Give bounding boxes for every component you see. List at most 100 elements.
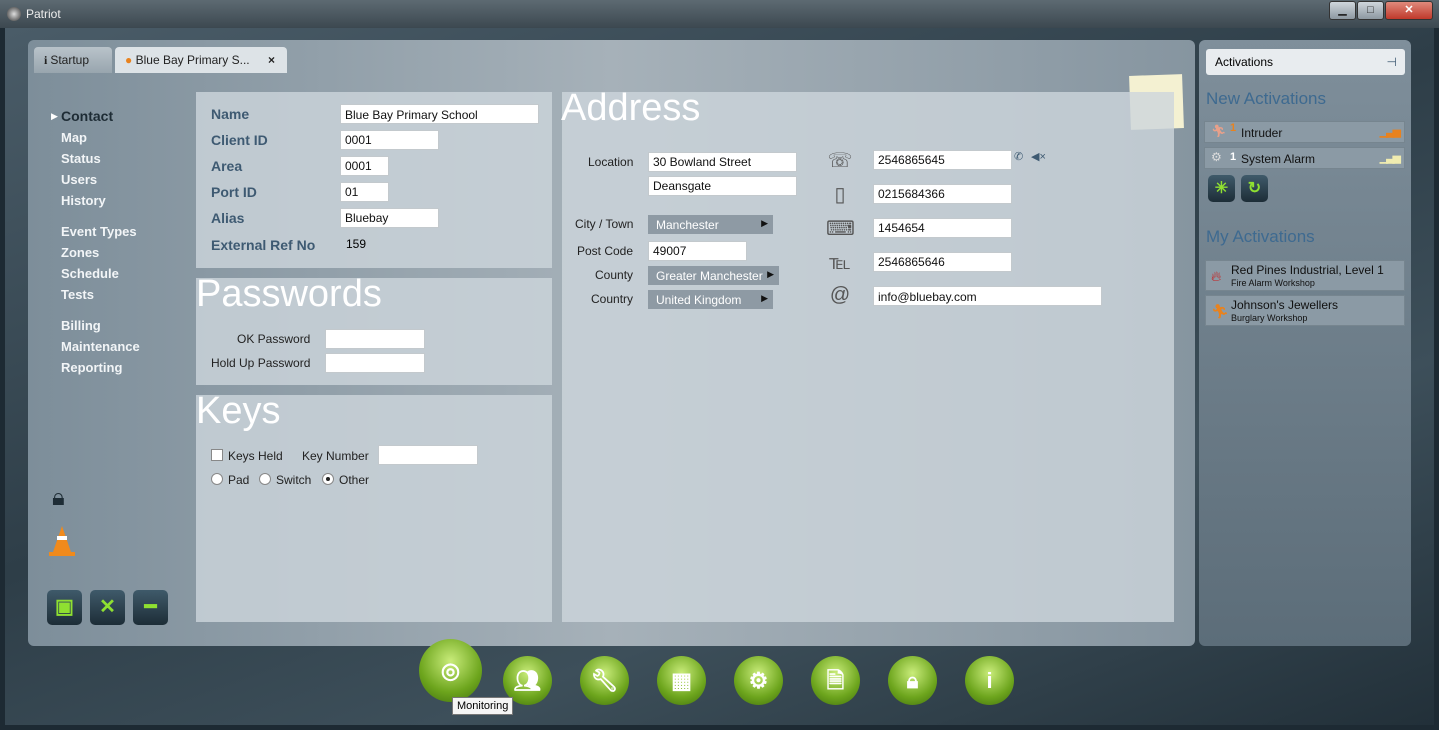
key-number-input[interactable] bbox=[378, 445, 478, 465]
nav-item-users[interactable]: Users bbox=[61, 172, 97, 187]
passwords-title: Passwords bbox=[196, 273, 382, 315]
nav-item-billing[interactable]: Billing bbox=[61, 318, 101, 333]
keys-held-checkbox[interactable] bbox=[211, 449, 223, 461]
mobile-phone-icon: ▯ bbox=[834, 184, 846, 206]
keys-held-label: Keys Held bbox=[228, 449, 283, 463]
fire-icon: 🔥︎ bbox=[1211, 268, 1222, 284]
contact-number-input[interactable] bbox=[873, 184, 1012, 204]
holdup-password-input[interactable] bbox=[325, 353, 425, 373]
post-code-label: Post Code bbox=[577, 244, 634, 258]
radio-other[interactable] bbox=[322, 473, 334, 485]
nav-item-schedule[interactable]: Schedule bbox=[61, 266, 119, 281]
tab-label: Blue Bay Primary S... bbox=[135, 53, 250, 67]
pin-icon[interactable]: ⊣ bbox=[1387, 55, 1397, 69]
tab-startup[interactable]: i Startup bbox=[34, 47, 112, 73]
mute-icon[interactable]: ◀× bbox=[1031, 150, 1046, 163]
nav-item-map[interactable]: Map bbox=[61, 130, 87, 145]
nav-item-status[interactable]: Status bbox=[61, 151, 101, 166]
my-activation-item[interactable]: 🏃︎ Johnson's Jewellers Burglary Workshop bbox=[1205, 295, 1405, 326]
signal-bars-icon: ▁▃▅ bbox=[1379, 126, 1401, 138]
monitoring-button[interactable]: ◎ bbox=[419, 639, 482, 702]
window-title: Patriot bbox=[26, 7, 61, 21]
activation-title: Red Pines Industrial, Level 1 bbox=[1231, 263, 1384, 277]
tooltip: Monitoring bbox=[452, 697, 514, 715]
nav-item-contact[interactable]: Contact bbox=[61, 108, 113, 124]
landline-phone-icon: ☏ bbox=[827, 150, 853, 172]
reports-button[interactable]: 🗎 bbox=[811, 656, 860, 705]
external-ref-label: External Ref No bbox=[211, 237, 316, 253]
app-logo-icon bbox=[7, 7, 21, 21]
info-button[interactable]: i bbox=[965, 656, 1014, 705]
calculator-button[interactable]: ▦ bbox=[657, 656, 706, 705]
address-line1-input[interactable] bbox=[648, 152, 797, 172]
field-label: Port ID bbox=[211, 184, 257, 200]
field-label: Alias bbox=[211, 210, 245, 226]
contact-number-input[interactable] bbox=[873, 252, 1012, 272]
city-dropdown[interactable]: Manchester bbox=[648, 215, 773, 234]
activation-label: Intruder bbox=[1241, 126, 1283, 140]
country-dropdown[interactable]: United Kingdom bbox=[648, 290, 773, 309]
lock-icon: 🔒︎ bbox=[906, 668, 919, 693]
key-number-label: Key Number bbox=[302, 449, 369, 463]
contact-field-input[interactable] bbox=[340, 130, 439, 150]
address-line2-input[interactable] bbox=[648, 176, 797, 196]
settings-icon: ⚙ bbox=[748, 668, 769, 693]
contact-field-input[interactable] bbox=[340, 156, 389, 176]
call-icon[interactable]: ✆ bbox=[1014, 150, 1023, 163]
nav-item-maintenance[interactable]: Maintenance bbox=[61, 339, 140, 354]
nav-item-tests[interactable]: Tests bbox=[61, 287, 94, 302]
intruder-icon: 🏃︎ bbox=[1211, 124, 1227, 138]
ok-password-input[interactable] bbox=[325, 329, 425, 349]
ok-password-label: OK Password bbox=[237, 332, 311, 346]
save-button[interactable]: ▣ bbox=[47, 590, 82, 625]
activation-subtitle: Fire Alarm Workshop bbox=[1231, 278, 1315, 288]
contact-number-input[interactable] bbox=[873, 150, 1012, 170]
country-label: Country bbox=[591, 292, 634, 306]
maintenance-icon: 🔧︎ bbox=[590, 668, 619, 693]
activation-title: Johnson's Jewellers bbox=[1231, 298, 1339, 312]
my-activation-item[interactable]: 🔥︎ Red Pines Industrial, Level 1 Fire Al… bbox=[1205, 260, 1405, 291]
radio-label: Pad bbox=[228, 473, 250, 487]
close-button[interactable]: ✕ bbox=[1385, 1, 1433, 20]
radio-switch[interactable] bbox=[259, 473, 271, 485]
lock-button[interactable]: 🔒︎ bbox=[888, 656, 937, 705]
lock-icon[interactable]: 🔒︎ bbox=[52, 484, 65, 512]
nav-item-zones[interactable]: Zones bbox=[61, 245, 99, 260]
radio-pad[interactable] bbox=[211, 473, 223, 485]
settings-button[interactable]: ⚙ bbox=[734, 656, 783, 705]
external-ref-value: 159 bbox=[346, 237, 367, 251]
contact-field-input[interactable]: Blue Bay Primary School bbox=[340, 104, 539, 124]
refresh-button[interactable]: ↻ bbox=[1241, 175, 1268, 202]
email-input[interactable]: info@bluebay.com bbox=[873, 286, 1102, 306]
clients-icon: 👥︎ bbox=[513, 668, 542, 693]
minimize-button[interactable]: ▁ bbox=[1329, 1, 1356, 20]
nav-item-reporting[interactable]: Reporting bbox=[61, 360, 122, 375]
address-title: Address bbox=[561, 87, 701, 129]
new-activations-title: New Activations bbox=[1206, 89, 1326, 108]
gears-icon: ⚙ bbox=[1211, 150, 1222, 164]
radio-label: Other bbox=[339, 473, 370, 487]
remove-button[interactable]: ━ bbox=[133, 590, 168, 625]
contact-field-input[interactable] bbox=[340, 208, 439, 228]
new-activation-item[interactable]: 🏃︎ 1 Intruder ▁▃▅ bbox=[1204, 121, 1405, 143]
tab-close-icon[interactable]: × bbox=[268, 53, 275, 67]
fax-icon: ℡ bbox=[829, 252, 851, 274]
new-activation-item[interactable]: ⚙ 1 System Alarm ▁▃▅ bbox=[1204, 147, 1405, 169]
maintenance-button[interactable]: 🔧︎ bbox=[580, 656, 629, 705]
maximize-button[interactable]: □ bbox=[1357, 1, 1384, 20]
contact-number-input[interactable] bbox=[873, 218, 1012, 238]
contact-field-input[interactable] bbox=[340, 182, 389, 202]
holdup-password-label: Hold Up Password bbox=[211, 356, 311, 370]
traffic-cone-icon[interactable] bbox=[49, 526, 75, 556]
email-at-icon: @ bbox=[829, 284, 851, 306]
post-code-input[interactable] bbox=[648, 241, 747, 261]
acknowledge-all-button[interactable]: ✳ bbox=[1208, 175, 1235, 202]
nav-item-history[interactable]: History bbox=[61, 193, 106, 208]
county-dropdown[interactable]: Greater Manchester bbox=[648, 266, 779, 285]
activation-count: 1 bbox=[1230, 122, 1237, 134]
cancel-button[interactable]: ✕ bbox=[90, 590, 125, 625]
activation-subtitle: Burglary Workshop bbox=[1231, 313, 1308, 323]
signal-bars-icon: ▁▃▅ bbox=[1379, 152, 1401, 164]
tab-client[interactable]: ● Blue Bay Primary S... × bbox=[115, 47, 287, 73]
nav-item-event-types[interactable]: Event Types bbox=[61, 224, 137, 239]
